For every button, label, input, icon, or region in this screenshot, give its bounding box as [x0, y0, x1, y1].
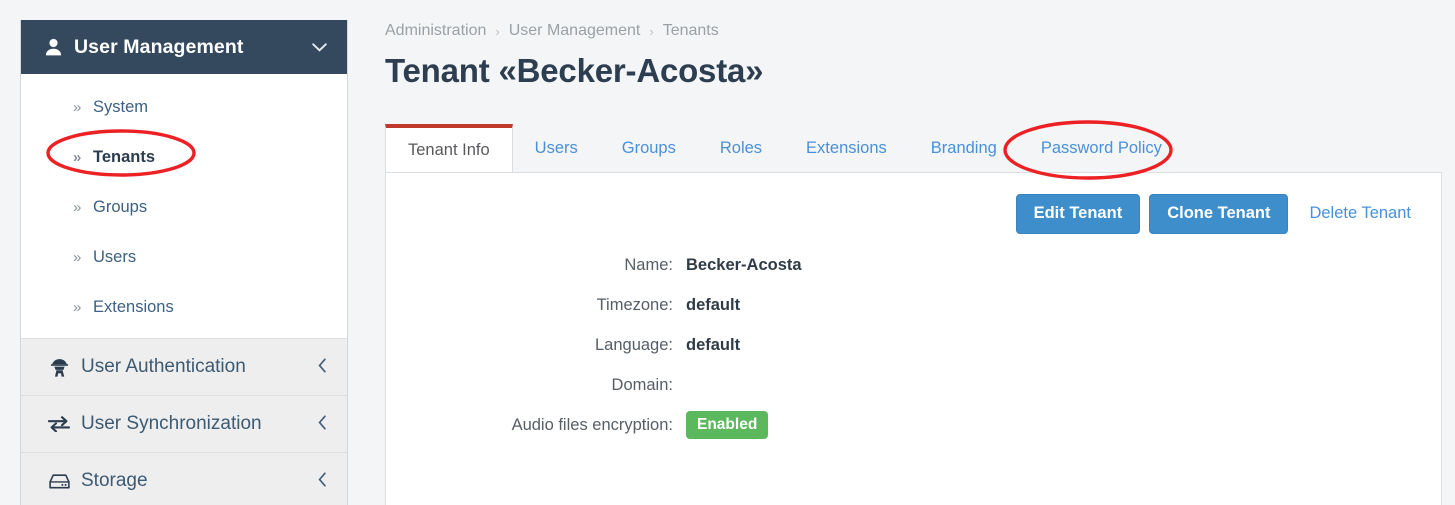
tab-label: Branding — [930, 138, 997, 157]
sidebar-sublist: » System » Tenants » Groups » Users » Ex… — [21, 74, 347, 338]
field-value-audio-files-encryption: Enabled — [686, 410, 769, 440]
field-label: Audio files encryption: — [511, 415, 673, 434]
tab-password-policy[interactable]: Password Policy — [1018, 124, 1184, 172]
sidebar-group-label: Storage — [81, 470, 148, 491]
chevron-down-icon[interactable] — [312, 40, 327, 55]
sidebar-item-label: Users — [93, 247, 137, 266]
sidebar-group-label: User Authentication — [81, 356, 246, 377]
field-row-language: Language: default — [386, 325, 1441, 365]
main-content: Administration › User Management › Tenan… — [385, 0, 1455, 505]
field-value-language: default — [686, 335, 741, 354]
sidebar-header-label: User Management — [74, 35, 244, 58]
double-chevron-right-icon: » — [73, 298, 82, 316]
sidebar-group-user-synchronization[interactable]: User Synchronization — [21, 395, 347, 452]
sidebar-item-system[interactable]: » System — [21, 82, 347, 132]
breadcrumb: Administration › User Management › Tenan… — [385, 22, 1455, 40]
double-chevron-right-icon: » — [73, 148, 82, 166]
field-row-timezone: Timezone: default — [386, 285, 1441, 325]
sidebar-item-label: System — [93, 97, 149, 116]
tab-branding[interactable]: Branding — [908, 124, 1019, 172]
clone-tenant-button[interactable]: Clone Tenant — [1149, 194, 1289, 234]
tab-roles[interactable]: Roles — [697, 124, 785, 172]
chevron-left-icon[interactable] — [318, 357, 327, 377]
sidebar-item-tenants[interactable]: » Tenants — [21, 132, 347, 182]
tenant-info-panel: Edit Tenant Clone Tenant Delete Tenant N… — [385, 172, 1442, 505]
chevron-left-icon[interactable] — [318, 471, 327, 491]
tab-label: Extensions — [806, 138, 887, 157]
tab-tenant-info[interactable]: Tenant Info — [385, 124, 513, 172]
tab-bar: Tenant Info Users Groups Roles Extension… — [385, 124, 1442, 172]
sidebar-item-users[interactable]: » Users — [21, 232, 347, 282]
edit-tenant-button[interactable]: Edit Tenant — [1015, 194, 1141, 234]
tenant-detail-fields: Name: Becker-Acosta Timezone: default La… — [386, 245, 1441, 445]
sidebar-group-storage[interactable]: Storage — [21, 452, 347, 505]
page-title: Tenant «Becker-Acosta» — [385, 52, 764, 89]
user-icon — [43, 38, 63, 56]
breadcrumb-separator-icon: › — [649, 23, 654, 39]
tab-users[interactable]: Users — [512, 124, 600, 172]
sidebar-item-label: Groups — [93, 197, 148, 216]
action-button-row: Edit Tenant Clone Tenant Delete Tenant — [386, 173, 1441, 234]
sidebar-item-groups[interactable]: » Groups — [21, 182, 347, 232]
field-row-name: Name: Becker-Acosta — [386, 245, 1441, 285]
field-label: Language: — [595, 335, 673, 354]
tab-label: Users — [534, 138, 578, 157]
field-value-name: Becker-Acosta — [686, 255, 802, 274]
field-label: Domain: — [611, 375, 673, 394]
field-label: Name: — [624, 255, 673, 274]
sidebar-group-user-authentication[interactable]: User Authentication — [21, 338, 347, 395]
tab-label: Password Policy — [1040, 138, 1162, 157]
sidebar-header-user-management[interactable]: User Management — [21, 20, 347, 74]
tab-label: Roles — [719, 138, 763, 157]
sidebar-item-extensions[interactable]: » Extensions — [21, 282, 347, 332]
double-chevron-right-icon: » — [73, 198, 82, 216]
double-chevron-right-icon: » — [73, 98, 82, 116]
chevron-left-icon[interactable] — [318, 414, 327, 434]
tab-list: Tenant Info Users Groups Roles Extension… — [385, 124, 1184, 172]
tab-groups[interactable]: Groups — [599, 124, 698, 172]
sidebar: User Management » System » Tenants » Gro… — [20, 20, 348, 505]
breadcrumb-item-administration[interactable]: Administration — [385, 22, 486, 40]
sidebar-group-label: User Synchronization — [81, 413, 262, 434]
field-value-timezone: default — [686, 295, 741, 314]
tab-label: Groups — [621, 138, 676, 157]
tab-extensions[interactable]: Extensions — [784, 124, 909, 172]
field-row-audio-files-encryption: Audio files encryption: Enabled — [386, 405, 1441, 445]
screen: User Management » System » Tenants » Gro… — [0, 0, 1455, 505]
hard-drive-icon — [47, 473, 71, 489]
breadcrumb-item-user-management[interactable]: User Management — [509, 22, 641, 40]
breadcrumb-separator-icon: › — [495, 23, 500, 39]
field-label: Timezone: — [596, 295, 673, 314]
field-row-domain: Domain: — [386, 365, 1441, 405]
tab-label: Tenant Info — [408, 140, 490, 159]
sidebar-item-label: Extensions — [93, 297, 174, 316]
exchange-arrows-icon — [47, 416, 71, 432]
user-secret-icon — [47, 358, 71, 377]
breadcrumb-item-tenants[interactable]: Tenants — [663, 22, 719, 40]
double-chevron-right-icon: » — [73, 248, 82, 266]
status-badge: Enabled — [686, 410, 769, 440]
sidebar-item-label: Tenants — [93, 147, 156, 166]
delete-tenant-button[interactable]: Delete Tenant — [1297, 194, 1419, 234]
